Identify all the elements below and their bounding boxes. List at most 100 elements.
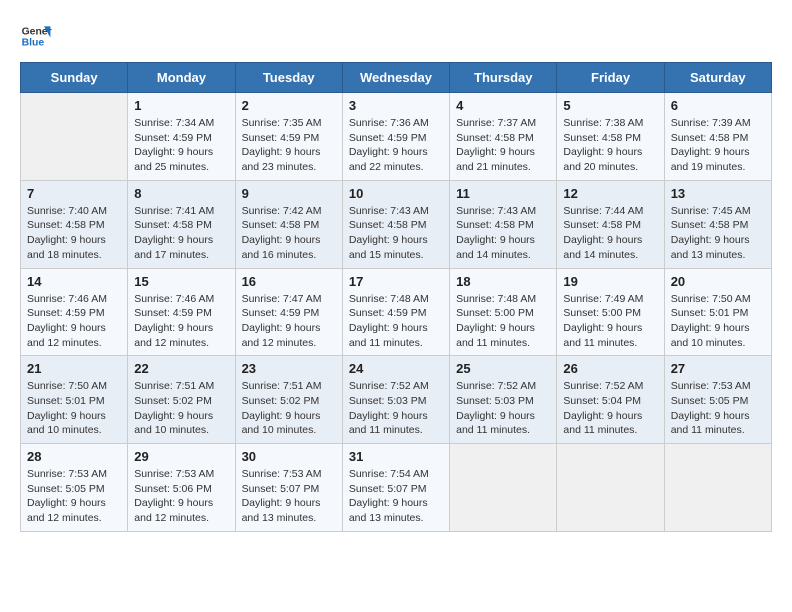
day-number: 16 — [242, 274, 336, 289]
day-number: 10 — [349, 186, 443, 201]
calendar-week-row: 21 Sunrise: 7:50 AMSunset: 5:01 PMDayligh… — [21, 356, 772, 444]
day-number: 1 — [134, 98, 228, 113]
day-of-week-header: Thursday — [450, 63, 557, 93]
calendar-cell: 16 Sunrise: 7:47 AMSunset: 4:59 PMDayligh… — [235, 268, 342, 356]
calendar-cell — [21, 93, 128, 181]
day-info: Sunrise: 7:49 AMSunset: 5:00 PMDaylight:… — [563, 292, 657, 351]
calendar-week-row: 14 Sunrise: 7:46 AMSunset: 4:59 PMDayligh… — [21, 268, 772, 356]
calendar-cell: 29 Sunrise: 7:53 AMSunset: 5:06 PMDayligh… — [128, 444, 235, 532]
calendar-week-row: 7 Sunrise: 7:40 AMSunset: 4:58 PMDaylight… — [21, 180, 772, 268]
calendar-week-row: 1 Sunrise: 7:34 AMSunset: 4:59 PMDaylight… — [21, 93, 772, 181]
calendar-cell: 3 Sunrise: 7:36 AMSunset: 4:59 PMDaylight… — [342, 93, 449, 181]
day-number: 27 — [671, 361, 765, 376]
day-number: 30 — [242, 449, 336, 464]
calendar-cell — [557, 444, 664, 532]
day-number: 19 — [563, 274, 657, 289]
calendar-cell: 23Sunrise: 7:51 AMSunset: 5:02 PMDayligh… — [235, 356, 342, 444]
calendar-cell: 24 Sunrise: 7:52 AMSunset: 5:03 PMDayligh… — [342, 356, 449, 444]
day-of-week-header: Saturday — [664, 63, 771, 93]
day-info: Sunrise: 7:47 AMSunset: 4:59 PMDaylight:… — [242, 292, 336, 351]
day-number: 9 — [242, 186, 336, 201]
calendar-cell: 8Sunrise: 7:41 AMSunset: 4:58 PMDaylight… — [128, 180, 235, 268]
day-number: 7 — [27, 186, 121, 201]
calendar-table: SundayMondayTuesdayWednesdayThursdayFrid… — [20, 62, 772, 532]
calendar-cell: 5Sunrise: 7:38 AMSunset: 4:58 PMDaylight… — [557, 93, 664, 181]
page-header: General Blue — [20, 20, 772, 52]
calendar-cell: 1 Sunrise: 7:34 AMSunset: 4:59 PMDaylight… — [128, 93, 235, 181]
day-of-week-header: Friday — [557, 63, 664, 93]
day-info: Sunrise: 7:41 AMSunset: 4:58 PMDaylight:… — [134, 204, 228, 263]
svg-text:Blue: Blue — [22, 38, 45, 49]
day-info: Sunrise: 7:53 AMSunset: 5:05 PMDaylight:… — [671, 379, 765, 438]
day-info: Sunrise: 7:35 AMSunset: 4:59 PMDaylight:… — [242, 116, 336, 175]
day-info: Sunrise: 7:50 AMSunset: 5:01 PMDaylight:… — [671, 292, 765, 351]
day-info: Sunrise: 7:48 AMSunset: 5:00 PMDaylight:… — [456, 292, 550, 351]
day-info: Sunrise: 7:45 AMSunset: 4:58 PMDaylight:… — [671, 204, 765, 263]
day-number: 3 — [349, 98, 443, 113]
day-of-week-header: Wednesday — [342, 63, 449, 93]
day-number: 5 — [563, 98, 657, 113]
day-info: Sunrise: 7:53 AMSunset: 5:05 PMDaylight:… — [27, 467, 121, 526]
day-number: 25 — [456, 361, 550, 376]
calendar-cell: 12 Sunrise: 7:44 AMSunset: 4:58 PMDayligh… — [557, 180, 664, 268]
calendar-cell: 27 Sunrise: 7:53 AMSunset: 5:05 PMDayligh… — [664, 356, 771, 444]
day-number: 12 — [563, 186, 657, 201]
day-number: 20 — [671, 274, 765, 289]
day-number: 21 — [27, 361, 121, 376]
day-info: Sunrise: 7:51 AMSunset: 5:02 PMDaylight:… — [134, 379, 228, 438]
day-info: Sunrise: 7:39 AMSunset: 4:58 PMDaylight:… — [671, 116, 765, 175]
day-info: Sunrise: 7:40 AMSunset: 4:58 PMDaylight:… — [27, 204, 121, 263]
day-number: 22 — [134, 361, 228, 376]
day-info: Sunrise: 7:48 AMSunset: 4:59 PMDaylight:… — [349, 292, 443, 351]
calendar-cell: 25 Sunrise: 7:52 AMSunset: 5:03 PMDayligh… — [450, 356, 557, 444]
calendar-week-row: 28 Sunrise: 7:53 AMSunset: 5:05 PMDayligh… — [21, 444, 772, 532]
calendar-cell: 15 Sunrise: 7:46 AMSunset: 4:59 PMDayligh… — [128, 268, 235, 356]
day-number: 14 — [27, 274, 121, 289]
day-number: 17 — [349, 274, 443, 289]
logo: General Blue — [20, 20, 56, 52]
day-number: 31 — [349, 449, 443, 464]
calendar-cell: 10 Sunrise: 7:43 AMSunset: 4:58 PMDayligh… — [342, 180, 449, 268]
day-info: Sunrise: 7:44 AMSunset: 4:58 PMDaylight:… — [563, 204, 657, 263]
day-number: 6 — [671, 98, 765, 113]
day-number: 28 — [27, 449, 121, 464]
day-number: 29 — [134, 449, 228, 464]
calendar-cell: 28 Sunrise: 7:53 AMSunset: 5:05 PMDayligh… — [21, 444, 128, 532]
calendar-cell — [664, 444, 771, 532]
day-number: 24 — [349, 361, 443, 376]
logo-icon: General Blue — [20, 20, 52, 52]
day-info: Sunrise: 7:46 AMSunset: 4:59 PMDaylight:… — [27, 292, 121, 351]
day-number: 23 — [242, 361, 336, 376]
day-info: Sunrise: 7:53 AMSunset: 5:06 PMDaylight:… — [134, 467, 228, 526]
day-info: Sunrise: 7:42 AMSunset: 4:58 PMDaylight:… — [242, 204, 336, 263]
day-info: Sunrise: 7:43 AMSunset: 4:58 PMDaylight:… — [349, 204, 443, 263]
day-of-week-header: Monday — [128, 63, 235, 93]
day-info: Sunrise: 7:46 AMSunset: 4:59 PMDaylight:… — [134, 292, 228, 351]
day-info: Sunrise: 7:52 AMSunset: 5:03 PMDaylight:… — [456, 379, 550, 438]
calendar-cell: 18 Sunrise: 7:48 AMSunset: 5:00 PMDayligh… — [450, 268, 557, 356]
calendar-cell: 26Sunrise: 7:52 AMSunset: 5:04 PMDayligh… — [557, 356, 664, 444]
day-number: 18 — [456, 274, 550, 289]
calendar-cell — [450, 444, 557, 532]
day-number: 13 — [671, 186, 765, 201]
day-info: Sunrise: 7:54 AMSunset: 5:07 PMDaylight:… — [349, 467, 443, 526]
day-number: 15 — [134, 274, 228, 289]
day-info: Sunrise: 7:50 AMSunset: 5:01 PMDaylight:… — [27, 379, 121, 438]
day-info: Sunrise: 7:36 AMSunset: 4:59 PMDaylight:… — [349, 116, 443, 175]
day-info: Sunrise: 7:43 AMSunset: 4:58 PMDaylight:… — [456, 204, 550, 263]
calendar-cell: 14 Sunrise: 7:46 AMSunset: 4:59 PMDayligh… — [21, 268, 128, 356]
calendar-cell: 9 Sunrise: 7:42 AMSunset: 4:58 PMDaylight… — [235, 180, 342, 268]
day-number: 2 — [242, 98, 336, 113]
day-number: 11 — [456, 186, 550, 201]
days-header-row: SundayMondayTuesdayWednesdayThursdayFrid… — [21, 63, 772, 93]
calendar-cell: 20 Sunrise: 7:50 AMSunset: 5:01 PMDayligh… — [664, 268, 771, 356]
calendar-cell: 31 Sunrise: 7:54 AMSunset: 5:07 PMDayligh… — [342, 444, 449, 532]
calendar-cell: 6 Sunrise: 7:39 AMSunset: 4:58 PMDaylight… — [664, 93, 771, 181]
calendar-cell: 4 Sunrise: 7:37 AMSunset: 4:58 PMDaylight… — [450, 93, 557, 181]
day-info: Sunrise: 7:34 AMSunset: 4:59 PMDaylight:… — [134, 116, 228, 175]
day-number: 4 — [456, 98, 550, 113]
day-info: Sunrise: 7:52 AMSunset: 5:03 PMDaylight:… — [349, 379, 443, 438]
day-info: Sunrise: 7:37 AMSunset: 4:58 PMDaylight:… — [456, 116, 550, 175]
calendar-cell: 11 Sunrise: 7:43 AMSunset: 4:58 PMDayligh… — [450, 180, 557, 268]
day-info: Sunrise: 7:53 AMSunset: 5:07 PMDaylight:… — [242, 467, 336, 526]
